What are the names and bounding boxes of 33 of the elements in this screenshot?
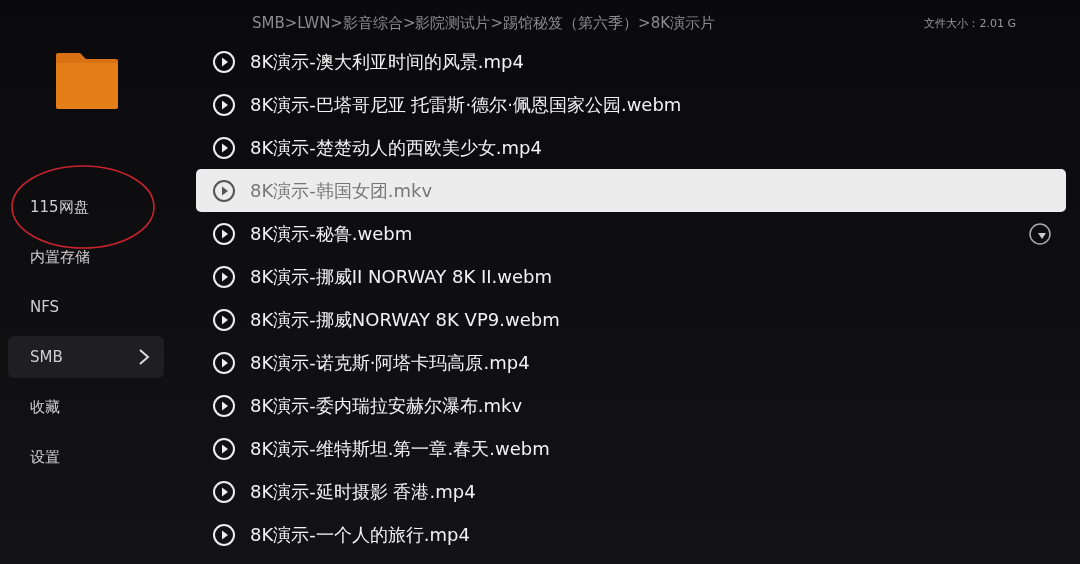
sidebar-item[interactable]: 设置: [8, 436, 164, 478]
play-icon: [212, 92, 236, 117]
file-row[interactable]: 8K演示-挪威NORWAY 8K VP9.webm: [196, 298, 1066, 341]
file-size-label: 文件大小：2.01 G: [924, 16, 1016, 31]
sidebar-item[interactable]: SMB: [8, 336, 164, 378]
file-row[interactable]: 8K演示-巴塔哥尼亚 托雷斯·德尔·佩恩国家公园.webm: [196, 83, 1066, 126]
play-icon: [212, 49, 236, 74]
play-icon: [212, 479, 236, 504]
file-row[interactable]: 8K演示-秘鲁.webm: [196, 212, 1066, 255]
sidebar-item[interactable]: 115网盘: [8, 186, 164, 228]
file-row[interactable]: 8K演示-楚楚动人的西欧美少女.mp4: [196, 126, 1066, 169]
play-icon: [212, 264, 236, 289]
play-icon: [212, 350, 236, 375]
file-row[interactable]: 8K演示-韩国女团.mkv: [196, 169, 1066, 212]
breadcrumb-path: SMB>LWN>影音综合>影院测试片>踢馆秘笈（第六季）>8K演示片: [252, 13, 715, 33]
file-row[interactable]: 8K演示-延时摄影 香港.mp4: [196, 470, 1066, 513]
file-row[interactable]: 8K演示-委内瑞拉安赫尔瀑布.mkv: [196, 384, 1066, 427]
file-row[interactable]: 8K演示-澳大利亚时间的风景.mp4: [196, 40, 1066, 83]
chevron-right-icon: [138, 348, 150, 366]
play-icon: [212, 135, 236, 160]
sidebar-item[interactable]: 收藏: [8, 386, 164, 428]
file-row[interactable]: 8K演示-一个人的旅行.mp4: [196, 513, 1066, 556]
file-row[interactable]: 8K演示-挪威II NORWAY 8K II.webm: [196, 255, 1066, 298]
sidebar-item[interactable]: NFS: [8, 286, 164, 328]
play-icon: [212, 522, 236, 547]
file-row[interactable]: 8K演示-诺克斯·阿塔卡玛高原.mp4: [196, 341, 1066, 384]
sidebar-item[interactable]: 内置存储: [8, 236, 164, 278]
file-row[interactable]: 8K演示-维特斯坦.第一章.春天.webm: [196, 427, 1066, 470]
play-icon: [212, 307, 236, 332]
play-icon: [212, 393, 236, 418]
play-icon: [212, 178, 236, 203]
play-icon: [212, 436, 236, 461]
play-icon: [212, 221, 236, 246]
